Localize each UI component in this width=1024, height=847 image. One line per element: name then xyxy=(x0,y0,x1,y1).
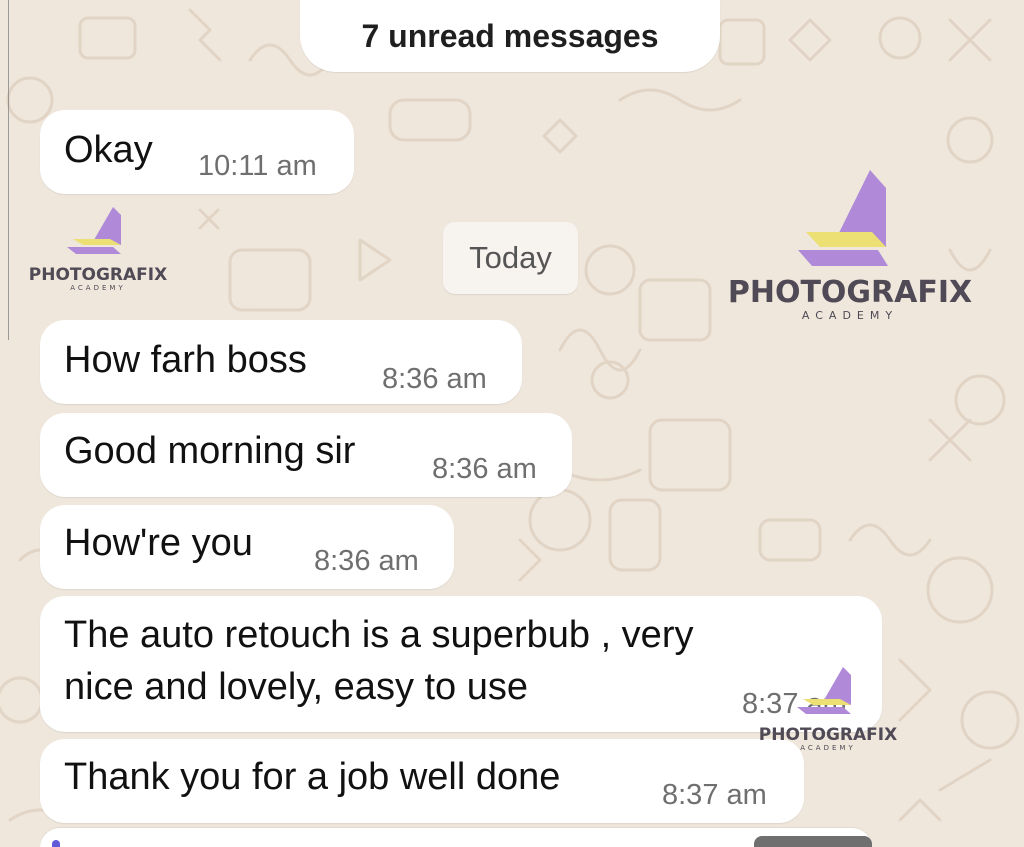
message-bubble[interactable]: How farh boss 8:36 am xyxy=(40,320,522,404)
watermark-logo-bottom: PHOTOGRAFIX ACADEMY xyxy=(758,665,898,752)
message-bubble[interactable]: How're you 8:36 am xyxy=(40,505,454,589)
logo-name: PHOTOGRAFIX xyxy=(28,265,168,285)
message-bubble[interactable]: Thank you for a job well done 8:37 am xyxy=(40,739,804,823)
date-separator: Today xyxy=(443,222,578,294)
message-time: 8:36 am xyxy=(314,545,419,577)
message-text-line: The auto retouch is a superbub , very xyxy=(64,614,694,656)
message-text: How farh boss xyxy=(64,339,307,381)
date-separator-label: Today xyxy=(469,240,552,275)
message-text: Thank you for a job well done xyxy=(64,756,561,798)
message-time: 10:11 am xyxy=(198,150,317,182)
message-text: Okay xyxy=(64,129,153,171)
quoted-media-card[interactable] xyxy=(40,828,872,847)
logo-name: PHOTOGRAFIX xyxy=(727,275,973,310)
message-time: 8:36 am xyxy=(432,453,537,485)
message-bubble-multiline[interactable]: The auto retouch is a superbub , very ni… xyxy=(40,596,882,732)
logo-sub: ACADEMY xyxy=(70,284,126,292)
watermark-logo-top-left: PHOTOGRAFIX ACADEMY xyxy=(28,205,168,292)
logo-book-icon xyxy=(798,170,888,266)
logo-book-icon xyxy=(67,207,121,254)
message-time: 8:36 am xyxy=(382,363,487,395)
quoted-card-accent xyxy=(52,840,60,847)
message-text: How're you xyxy=(64,522,253,564)
message-time: 8:37 am xyxy=(662,779,767,811)
logo-sub: ACADEMY xyxy=(800,744,856,752)
unread-messages-label: 7 unread messages xyxy=(361,17,659,54)
watermark-logo-top-right: PHOTOGRAFIX ACADEMY xyxy=(700,165,1000,322)
logo-sub: ACADEMY xyxy=(801,309,899,322)
logo-book-icon xyxy=(797,667,851,714)
message-bubble-okay[interactable]: Okay 10:11 am xyxy=(40,110,354,194)
chat-view: 7 unread messages Okay 10:11 am Today Ho… xyxy=(0,0,1024,847)
message-bubble[interactable]: Good morning sir 8:36 am xyxy=(40,413,572,497)
message-text-line: nice and lovely, easy to use xyxy=(64,666,529,708)
quoted-card-thumbnail xyxy=(754,836,872,847)
unread-messages-banner: 7 unread messages xyxy=(300,0,720,72)
left-edge-line xyxy=(8,0,9,340)
logo-name: PHOTOGRAFIX xyxy=(758,725,898,745)
message-text: Good morning sir xyxy=(64,430,356,472)
